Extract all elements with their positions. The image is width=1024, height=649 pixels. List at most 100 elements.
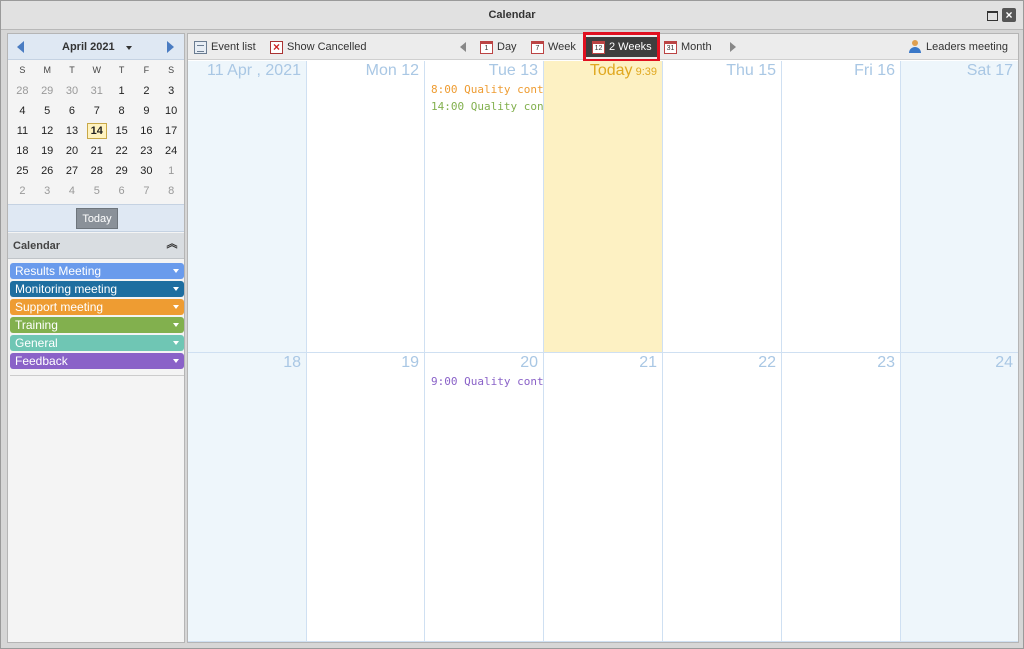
chevron-down-icon[interactable] <box>173 269 179 273</box>
calendars-section-header[interactable]: Calendar ︽ <box>8 233 184 259</box>
day-cell[interactable]: Thu 15 <box>663 61 782 353</box>
mini-calendar-day[interactable]: 5 <box>84 181 109 201</box>
day-cell[interactable]: 23 <box>782 353 901 642</box>
day-cell[interactable]: 24 <box>901 353 1018 642</box>
calendar-item[interactable]: Training <box>10 317 184 333</box>
mini-calendar-day[interactable]: 22 <box>109 141 134 161</box>
mini-calendar-day[interactable]: 11 <box>10 121 35 141</box>
calendar-item[interactable]: Results Meeting <box>10 263 184 279</box>
mini-calendar-day[interactable]: 6 <box>60 101 85 121</box>
mini-calendar-day[interactable]: 26 <box>35 161 60 181</box>
day-cell[interactable]: 11 Apr , 2021 <box>188 61 307 353</box>
mini-calendar-day[interactable]: 28 <box>10 81 35 101</box>
month-selector[interactable]: April 2021 <box>62 41 115 53</box>
view-week-button[interactable]: 7 Week <box>531 34 576 60</box>
mini-calendar-day[interactable]: 17 <box>159 121 184 141</box>
mini-calendar-day[interactable]: 8 <box>159 181 184 201</box>
day-cell[interactable]: 19 <box>307 353 425 642</box>
calendar-item[interactable]: Monitoring meeting <box>10 281 184 297</box>
mini-calendar-day[interactable]: 10 <box>159 101 184 121</box>
chevron-down-icon[interactable] <box>126 46 132 50</box>
chevron-down-icon[interactable] <box>173 359 179 363</box>
mini-calendar-day[interactable]: 2 <box>10 181 35 201</box>
day-number: 1 <box>118 85 125 97</box>
calendar-event[interactable]: 8:00 Quality cont… <box>431 83 550 96</box>
collapse-icon[interactable]: ︽ <box>166 239 178 251</box>
day-label: 23 <box>877 354 895 371</box>
mini-calendar-day[interactable]: 3 <box>159 81 184 101</box>
chevron-down-icon[interactable] <box>173 287 179 291</box>
mini-calendar-day[interactable]: 29 <box>109 161 134 181</box>
mini-calendar-day[interactable]: 19 <box>35 141 60 161</box>
mini-calendar-day[interactable]: 7 <box>84 101 109 121</box>
day-number: 6 <box>68 105 76 117</box>
mini-calendar-day[interactable]: 15 <box>109 121 134 141</box>
calendar-event[interactable]: 14:00 Quality con… <box>431 100 550 113</box>
day-cell[interactable]: 20 9:00 Quality cont… <box>425 353 550 642</box>
mini-calendar-day[interactable]: 24 <box>159 141 184 161</box>
mini-calendar-day[interactable]: 27 <box>60 161 85 181</box>
mini-calendar-day[interactable]: 28 <box>84 161 109 181</box>
mini-calendar-day[interactable]: 4 <box>60 181 85 201</box>
show-cancelled-button[interactable]: Show Cancelled <box>270 34 367 60</box>
calendar-item[interactable]: Feedback <box>10 353 184 369</box>
day-number: 29 <box>115 165 128 177</box>
previous-period-icon[interactable] <box>460 42 466 52</box>
mini-calendar-day[interactable]: 21 <box>84 141 109 161</box>
weekday-header: T <box>118 65 125 75</box>
event-list-button[interactable]: Event list <box>194 34 256 60</box>
current-time: 9:39 <box>632 66 657 78</box>
day-cell[interactable]: Sat 17 <box>901 61 1018 353</box>
previous-month-icon[interactable] <box>17 41 24 53</box>
mini-calendar-day[interactable]: 1 <box>159 161 184 181</box>
chevron-down-icon[interactable] <box>173 305 179 309</box>
mini-calendar-day[interactable]: 30 <box>60 81 85 101</box>
day-cell[interactable]: 18 <box>188 353 307 642</box>
mini-calendar-day[interactable]: 29 <box>35 81 60 101</box>
mini-calendar-day[interactable]: 7 <box>134 181 159 201</box>
day-cell[interactable]: Mon 12 <box>307 61 425 353</box>
close-icon[interactable]: × <box>1002 8 1016 22</box>
day-label: Thu 15 <box>726 62 776 79</box>
mini-calendar-day[interactable]: 16 <box>134 121 159 141</box>
day-number: 15 <box>115 125 128 137</box>
day-cell-today[interactable]: Today 9:39 <box>544 61 663 353</box>
mini-calendar-day[interactable]: 5 <box>35 101 60 121</box>
mini-calendar-day[interactable]: 20 <box>60 141 85 161</box>
view-day-button[interactable]: 1 Day <box>480 34 517 60</box>
mini-calendar-day[interactable]: 3 <box>35 181 60 201</box>
calendar-item[interactable]: Support meeting <box>10 299 184 315</box>
mini-calendar-day[interactable]: 8 <box>109 101 134 121</box>
mini-calendar-day[interactable]: 6 <box>109 181 134 201</box>
mini-calendar-day[interactable]: 18 <box>10 141 35 161</box>
maximize-icon[interactable] <box>985 8 999 22</box>
mini-calendar-day[interactable]: 23 <box>134 141 159 161</box>
mini-calendar-day[interactable]: 9 <box>134 101 159 121</box>
mini-calendar-day[interactable]: 13 <box>60 121 85 141</box>
next-period-icon[interactable] <box>730 42 736 52</box>
mini-calendar-today[interactable]: 14 <box>84 121 109 141</box>
day-label: 21 <box>639 354 657 371</box>
day-cell[interactable]: 22 <box>663 353 782 642</box>
today-button[interactable]: Today <box>76 208 118 229</box>
day-cell[interactable]: Fri 16 <box>782 61 901 353</box>
calendar-selector-button[interactable]: Leaders meeting <box>908 34 1008 60</box>
calendar-event[interactable]: 9:00 Quality cont… <box>431 375 550 388</box>
chevron-down-icon[interactable] <box>173 341 179 345</box>
day-label: 22 <box>758 354 776 371</box>
mini-calendar-day[interactable]: 30 <box>134 161 159 181</box>
mini-calendar-day[interactable]: 25 <box>10 161 35 181</box>
mini-calendar-day[interactable]: 1 <box>109 81 134 101</box>
chevron-down-icon[interactable] <box>173 323 179 327</box>
view-month-button[interactable]: 31 Month <box>664 34 712 60</box>
calendar-item-label: General <box>15 336 58 350</box>
mini-calendar-day[interactable]: 31 <box>84 81 109 101</box>
mini-calendar-day[interactable]: 4 <box>10 101 35 121</box>
mini-calendar-day[interactable]: 2 <box>134 81 159 101</box>
day-cell[interactable]: Tue 13 8:00 Quality cont… 14:00 Quality co… <box>425 61 550 353</box>
calendar-item[interactable]: General <box>10 335 184 351</box>
mini-calendar-day[interactable]: 12 <box>35 121 60 141</box>
day-cell[interactable]: 21 <box>544 353 663 642</box>
mini-calendar-week: 4 5 6 7 8 9 10 <box>10 101 184 121</box>
next-month-icon[interactable] <box>167 41 174 53</box>
